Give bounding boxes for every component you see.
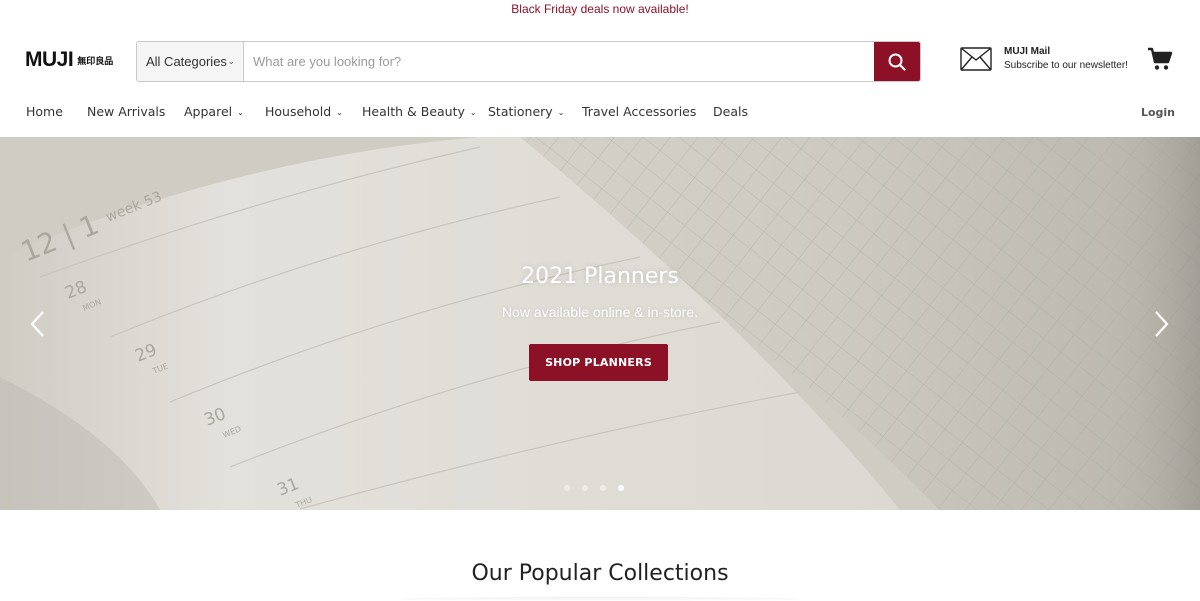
- announcement-bar: Black Friday deals now available!: [0, 0, 1200, 16]
- nav-item-travel-accessories[interactable]: Travel Accessories: [582, 104, 696, 119]
- hero-title: 2021 Planners: [521, 264, 679, 289]
- hero-planner-image: 12 | 1 week 53 28 MON 29 TUE 30 WED 31 T…: [0, 137, 1200, 510]
- chevron-down-icon: ⌄: [557, 108, 565, 117]
- nav-item-new-arrivals[interactable]: New Arrivals: [87, 104, 165, 119]
- nav-item-label: Deals: [713, 104, 748, 119]
- carousel-dot-active[interactable]: [618, 485, 624, 491]
- shop-planners-button[interactable]: SHOP PLANNERS: [529, 344, 668, 381]
- nav-item-stationery[interactable]: Stationery ⌄: [488, 104, 564, 119]
- chevron-down-icon: ⌄: [336, 108, 343, 117]
- nav-item-label: New Arrivals: [87, 104, 166, 119]
- search-input[interactable]: [244, 42, 874, 81]
- nav-item-label: Health & Beauty: [362, 104, 465, 119]
- popular-collections-heading: Our Popular Collections: [471, 561, 729, 586]
- search-button[interactable]: [874, 42, 920, 81]
- carousel-dots: [564, 485, 624, 491]
- nav-item-home[interactable]: Home: [26, 104, 63, 119]
- main-nav: Home New Arrivals Apparel ⌄ Household ⌄ He…: [0, 100, 1200, 126]
- search-bar: All Categories ⌄: [136, 41, 921, 82]
- hero-carousel: 12 | 1 week 53 28 MON 29 TUE 30 WED 31 T…: [0, 137, 1200, 510]
- chevron-down-icon: ⌄: [227, 56, 235, 66]
- newsletter-signup[interactable]: MUJI Mail Subscribe to our newsletter!: [960, 45, 1128, 73]
- nav-item-label: Home: [26, 104, 63, 119]
- nav-item-deals[interactable]: Deals: [713, 104, 748, 119]
- site-header: MUJI 無印良品 All Categories ⌄ MUJI Mail Sub…: [0, 36, 1200, 88]
- logo-wordmark: MUJI: [25, 48, 74, 71]
- chevron-right-icon[interactable]: [1151, 309, 1171, 339]
- chevron-left-icon[interactable]: [28, 309, 48, 339]
- muji-logo[interactable]: MUJI 無印良品: [25, 48, 113, 72]
- mail-icon: [960, 47, 992, 71]
- nav-item-apparel[interactable]: Apparel ⌄: [184, 104, 244, 119]
- hero-subtitle: Now available online & in-store.: [501, 304, 699, 320]
- chevron-down-icon: ⌄: [237, 108, 244, 117]
- nav-item-label: Stationery: [488, 104, 553, 119]
- login-link[interactable]: Login: [1141, 106, 1175, 119]
- nav-item-label: Household: [265, 104, 332, 119]
- cart-button[interactable]: [1147, 47, 1173, 76]
- category-select-value: All Categories: [146, 54, 227, 69]
- logo-kanji: 無印良品: [77, 56, 114, 67]
- newsletter-subtitle: Subscribe to our newsletter!: [1004, 60, 1128, 71]
- carousel-dot[interactable]: [600, 485, 606, 491]
- category-select[interactable]: All Categories ⌄: [137, 42, 244, 81]
- newsletter-title: MUJI Mail: [1004, 46, 1051, 57]
- chevron-down-icon: ⌄: [469, 108, 477, 117]
- announcement-text[interactable]: Black Friday deals now available!: [511, 2, 688, 16]
- cart-icon: [1148, 47, 1173, 70]
- nav-item-label: Travel Accessories: [582, 104, 697, 119]
- carousel-dot[interactable]: [564, 485, 570, 491]
- nav-item-household[interactable]: Household ⌄: [265, 104, 343, 119]
- nav-item-label: Apparel: [184, 104, 233, 119]
- nav-item-health-beauty[interactable]: Health & Beauty ⌄: [362, 104, 477, 119]
- search-icon: [888, 53, 906, 71]
- collection-card-shadow: [400, 597, 800, 601]
- carousel-dot[interactable]: [582, 485, 588, 491]
